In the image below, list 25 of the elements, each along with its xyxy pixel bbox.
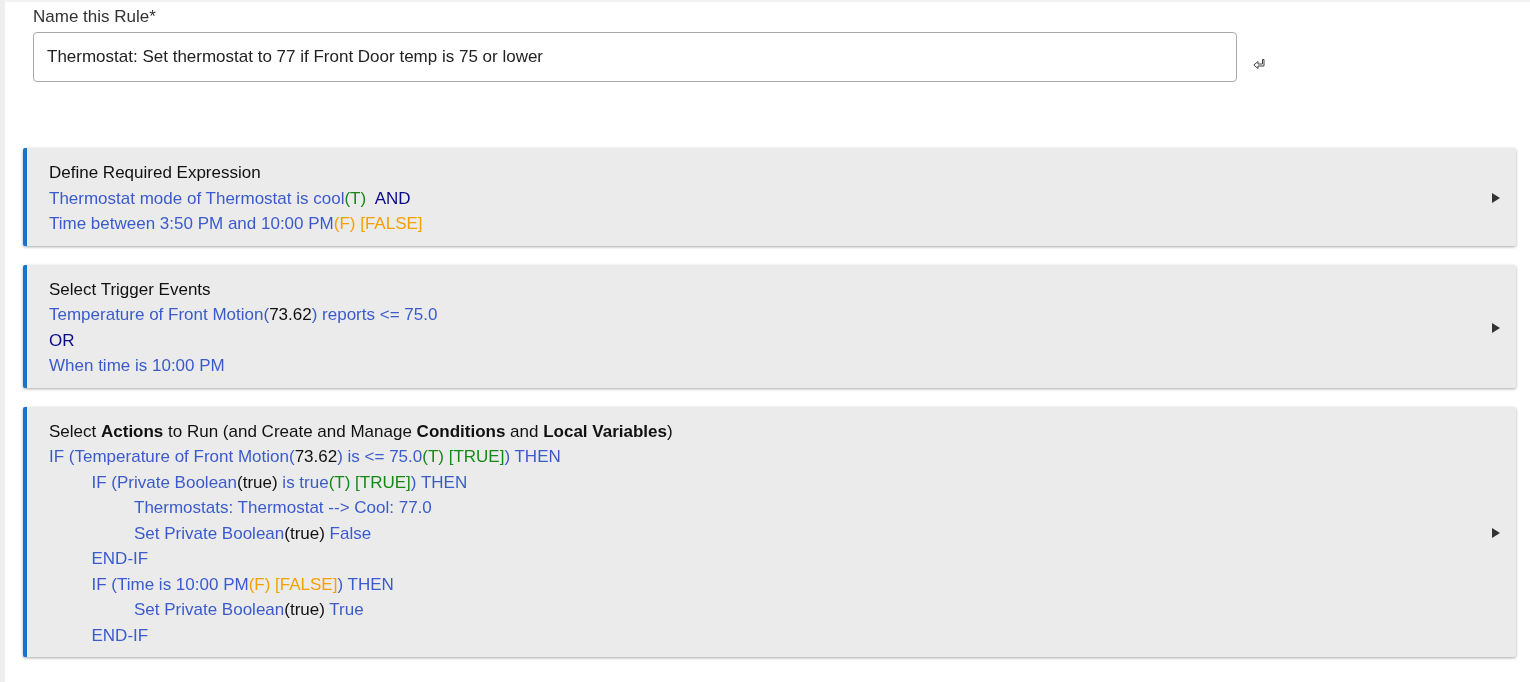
expand-icon [1492,528,1500,539]
return-icon [1253,58,1266,70]
section-card[interactable]: Define Required Expression Thermostat mode of Thermostat is cool(T) AND Time between 3:50 PM and 10:00 PM(F) [FALSE] [23,148,1516,246]
rule-line: END-IF [91,549,149,568]
rule-line: IF (Private Boolean(true) is true(T) [TRUE]) THEN [91,472,468,492]
section-title: Select Trigger Events [49,278,212,301]
section-title: Select Actions to Run (and Create and Manage Conditions and Local Variables) [49,420,674,443]
field-label: Name this Rule* [33,7,157,27]
section-card[interactable]: Select Trigger Events Temperature of Front Motion(73.62) reports <= 75.0 OR When time is 10:00 PM [23,264,1516,388]
rule-line: Temperature of Front Motion(73.62) reports <= 75.0 [49,305,438,324]
rule-line: Thermostat mode of Thermostat is cool(T) AND [49,188,411,208]
input-field[interactable]: Thermostat: Set thermostat to 77 if Front Door temp is 75 or lower [33,32,1237,82]
section-card[interactable] [23,406,1516,657]
expand-icon [1492,322,1500,333]
section-title: Define Required Expression [49,162,262,184]
rule-line: When time is 10:00 PM [49,356,225,375]
rule-line: OR [49,330,75,350]
rule-line: END-IF [91,625,149,645]
rule-line: Time between 3:50 PM and 10:00 PM(F) [FALSE] [49,214,423,233]
expand-icon [1492,193,1500,204]
rule-line: Set Private Boolean(true) False [134,523,372,543]
rule-line: Thermostats: Thermostat --> Cool: 77.0 [134,498,432,517]
rule-line: IF (Temperature of Front Motion(73.62) is <= 75.0(T) [TRUE]) THEN [49,447,561,466]
rule-line: IF (Time is 10:00 PM(F) [FALSE]) THEN [91,574,394,594]
rule-line: Set Private Boolean(true) True [134,600,364,619]
